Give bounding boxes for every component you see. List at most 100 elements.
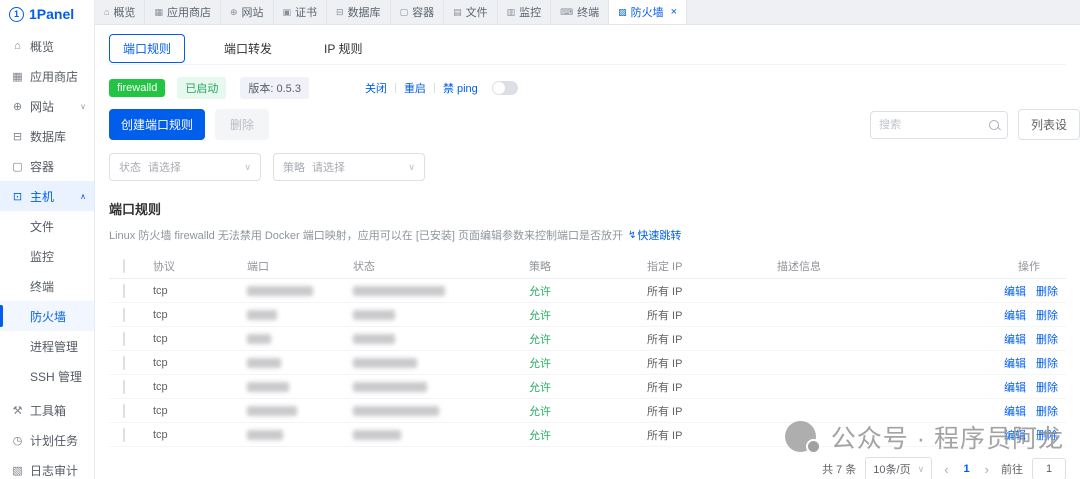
edit-link[interactable]: 编辑 [1004, 379, 1026, 395]
sidebar-item-appstore[interactable]: ▦ 应用商店 [0, 61, 94, 91]
edit-link[interactable]: 编辑 [1004, 331, 1026, 347]
status-filter-select[interactable]: 状态 请选择 ∨ [109, 153, 261, 181]
list-settings-button[interactable]: 列表设 [1018, 109, 1080, 140]
sidebar-item-toolbox[interactable]: ⚒ 工具箱 [0, 395, 94, 425]
edit-link[interactable]: 编辑 [1004, 403, 1026, 419]
delete-link[interactable]: 删除 [1036, 307, 1058, 323]
table-row: tcp 允许 所有 IP 编辑删除 [109, 375, 1066, 399]
sidebar-item-label: 工具箱 [30, 402, 66, 419]
current-page[interactable]: 1 [961, 463, 973, 475]
search-input[interactable] [879, 119, 989, 131]
quick-jump-label: 快速跳转 [637, 227, 681, 243]
terminal-icon: ⌨ [560, 7, 573, 18]
sidebar-item-cron[interactable]: ◷ 计划任务 [0, 425, 94, 455]
certificate-icon: ▣ [283, 7, 292, 18]
row-checkbox[interactable] [123, 332, 125, 346]
goto-page-input[interactable] [1032, 458, 1066, 479]
row-checkbox[interactable] [123, 308, 125, 322]
next-page-button[interactable]: › [982, 462, 992, 477]
delete-link[interactable]: 删除 [1036, 427, 1058, 443]
tab-ip-rules[interactable]: IP 规则 [311, 35, 375, 62]
delete-link[interactable]: 删除 [1036, 403, 1058, 419]
delete-button[interactable]: 删除 [215, 109, 269, 140]
create-port-rule-button[interactable]: 创建端口规则 [109, 109, 205, 140]
row-checkbox[interactable] [123, 404, 125, 418]
sidebar-item-host[interactable]: ⊡ 主机 ∧ [0, 181, 94, 211]
tab-appstore[interactable]: ▦ 应用商店 [145, 0, 221, 24]
tab-overview[interactable]: ⌂ 概览 [95, 0, 145, 24]
tab-database[interactable]: ⊟ 数据库 [327, 0, 391, 24]
quick-jump-link[interactable]: ↯ 快速跳转 [628, 227, 681, 243]
stop-firewall-link[interactable]: 关闭 [357, 80, 395, 96]
close-icon[interactable]: × [671, 6, 677, 18]
sidebar-item-firewall[interactable]: 防火墙 [0, 301, 94, 331]
container-icon: ▢ [400, 7, 409, 18]
strategy-filter-select[interactable]: 策略 请选择 ∨ [273, 153, 425, 181]
tab-firewall[interactable]: ▨ 防火墙 × [609, 0, 687, 24]
sidebar-item-files[interactable]: 文件 [0, 211, 94, 241]
restart-firewall-link[interactable]: 重启 [396, 80, 434, 96]
sidebar-item-process[interactable]: 进程管理 [0, 331, 94, 361]
row-checkbox[interactable] [123, 356, 125, 370]
tab-port-forward[interactable]: 端口转发 [211, 35, 285, 62]
tab-monitor[interactable]: ▥ 监控 [498, 0, 552, 24]
1panel-logo-icon: 1 [9, 7, 24, 22]
sidebar-item-terminal[interactable]: 终端 [0, 271, 94, 301]
sidebar-item-label: 概览 [30, 38, 54, 55]
row-checkbox[interactable] [123, 428, 125, 442]
sidebar-item-website[interactable]: ⊕ 网站 ∨ [0, 91, 94, 121]
edit-link[interactable]: 编辑 [1004, 283, 1026, 299]
tab-files[interactable]: ▤ 文件 [444, 0, 498, 24]
opened-tabs-bar: ⌂ 概览 ▦ 应用商店 ⊕ 网站 ▣ 证书 ⊟ 数据库 ▢ 容器 [95, 0, 1080, 25]
tab-container[interactable]: ▢ 容器 [391, 0, 445, 24]
tab-cert[interactable]: ▣ 证书 [274, 0, 328, 24]
redacted-status [353, 286, 445, 296]
sidebar-item-label: 进程管理 [30, 338, 78, 355]
redacted-port [247, 406, 297, 416]
cell-ip: 所有 IP [639, 307, 777, 323]
sidebar-item-monitor[interactable]: 监控 [0, 241, 94, 271]
firewall-service-badge: firewalld [109, 79, 165, 97]
tab-port-rules[interactable]: 端口规则 [109, 34, 185, 63]
sidebar-item-ssh[interactable]: SSH 管理 [0, 361, 94, 391]
cell-ip: 所有 IP [639, 331, 777, 347]
delete-link[interactable]: 删除 [1036, 331, 1058, 347]
sidebar-item-database[interactable]: ⊟ 数据库 [0, 121, 94, 151]
chevron-down-icon: ∨ [408, 162, 415, 173]
app-window: 1 1Panel ⌂ 概览 ▦ 应用商店 ⊕ 网站 ∨ ⊟ 数据库 ▢ [0, 0, 1080, 479]
select-all-checkbox[interactable] [123, 259, 125, 273]
sidebar-item-logs[interactable]: ▧ 日志审计 [0, 455, 94, 479]
delete-link[interactable]: 删除 [1036, 283, 1058, 299]
tab-website[interactable]: ⊕ 网站 [221, 0, 274, 24]
edit-link[interactable]: 编辑 [1004, 427, 1026, 443]
monitor-icon: ▥ [507, 7, 516, 18]
sidebar-item-label: 监控 [30, 248, 54, 265]
ping-toggle[interactable] [492, 81, 518, 95]
sidebar-item-label: 主机 [30, 188, 54, 205]
delete-link[interactable]: 删除 [1036, 379, 1058, 395]
cell-ip: 所有 IP [639, 355, 777, 371]
firewall-icon: ▨ [618, 7, 627, 18]
table-row: tcp 允许 所有 IP 编辑删除 [109, 303, 1066, 327]
status-badge: 已启动 [177, 77, 226, 99]
page-size-select[interactable]: 10条/页 ∨ [865, 457, 932, 479]
database-icon: ⊟ [11, 130, 24, 143]
sidebar-item-overview[interactable]: ⌂ 概览 [0, 31, 94, 61]
table-row: tcp 允许 所有 IP 编辑删除 [109, 279, 1066, 303]
row-checkbox[interactable] [123, 380, 125, 394]
brand-logo[interactable]: 1 1Panel [0, 0, 94, 28]
tab-label: 概览 [113, 4, 135, 20]
delete-link[interactable]: 删除 [1036, 355, 1058, 371]
sidebar-item-container[interactable]: ▢ 容器 [0, 151, 94, 181]
tab-label: 终端 [577, 4, 599, 20]
cell-protocol: tcp [153, 309, 247, 321]
tab-label: 网站 [242, 4, 264, 20]
col-actions: 操作 [970, 258, 1066, 274]
edit-link[interactable]: 编辑 [1004, 307, 1026, 323]
tab-terminal[interactable]: ⌨ 终端 [551, 0, 609, 24]
row-checkbox[interactable] [123, 284, 125, 298]
cell-strategy: 允许 [521, 427, 639, 443]
edit-link[interactable]: 编辑 [1004, 355, 1026, 371]
prev-page-button[interactable]: ‹ [941, 462, 951, 477]
redacted-status [353, 430, 401, 440]
